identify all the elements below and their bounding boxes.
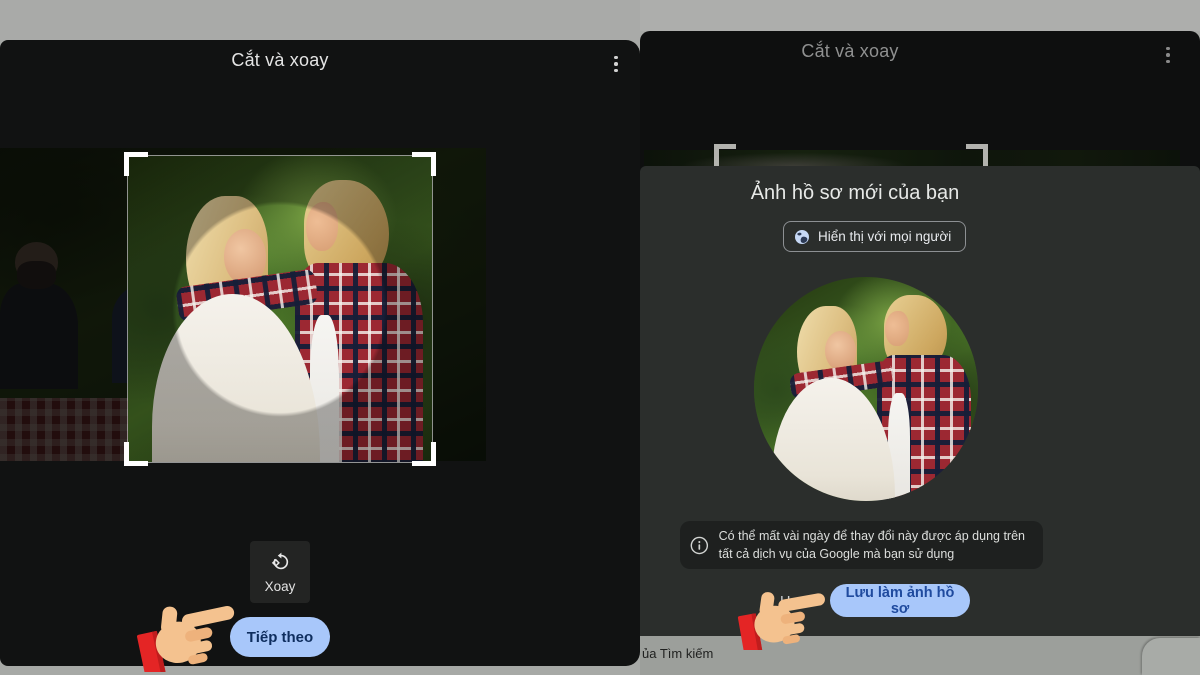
three-dot-menu-icon[interactable]	[1156, 43, 1180, 67]
crop-handle-bottom-right[interactable]	[412, 442, 436, 466]
letterbox-top-left	[0, 0, 640, 40]
confirm-screen: Cắt và xoay Ảnh hồ sơ mới của bạn Hiển t…	[640, 31, 1200, 636]
page-title: Cắt và xoay	[0, 50, 560, 71]
photo-two-women	[754, 277, 978, 501]
rotate-ccw-icon	[269, 551, 291, 573]
background-card-corner	[1142, 638, 1200, 675]
screenshot-stage: Cắt và xoay	[0, 0, 1200, 675]
rotate-button[interactable]: Xoay	[250, 541, 310, 603]
visibility-chip[interactable]: Hiển thị với mọi người	[783, 221, 966, 252]
crop-handle-top-right[interactable]	[412, 152, 436, 176]
info-note: Có thể mất vài ngày để thay đổi này được…	[680, 521, 1043, 569]
three-dot-menu-icon[interactable]	[604, 52, 628, 76]
letterbox-bottom-right: ủa Tìm kiếm	[640, 636, 1200, 675]
cancel-button-partial[interactable]: H	[780, 594, 790, 610]
bottom-sheet: Ảnh hồ sơ mới của bạn Hiển thị với mọi n…	[640, 166, 1200, 636]
save-profile-photo-button[interactable]: Lưu làm ảnh hồ sơ	[830, 584, 970, 617]
profile-photo-preview	[754, 277, 978, 501]
letterbox-top-right	[640, 0, 1200, 31]
background-partial-text: ủa Tìm kiếm	[642, 646, 713, 661]
globe-icon	[794, 229, 810, 245]
sheet-title: Ảnh hồ sơ mới của bạn	[640, 182, 1070, 205]
crop-area[interactable]	[128, 156, 432, 462]
visibility-chip-label: Hiển thị với mọi người	[818, 229, 951, 244]
photo-figure	[885, 311, 909, 347]
rotate-button-label: Xoay	[265, 579, 296, 594]
crop-handle-top-right-dimmed	[966, 144, 988, 166]
crop-screen: Cắt và xoay	[0, 40, 640, 666]
crop-handle-bottom-left[interactable]	[124, 442, 148, 466]
next-button[interactable]: Tiếp theo	[230, 617, 330, 657]
crop-handle-top-left[interactable]	[124, 152, 148, 176]
page-title-dimmed: Cắt và xoay	[640, 41, 1060, 62]
crop-handle-top-left-dimmed	[714, 144, 736, 166]
info-note-text: Có thể mất vài ngày để thay đổi này được…	[719, 527, 1031, 563]
circle-crop-vignette	[128, 156, 432, 462]
info-icon	[690, 536, 709, 555]
